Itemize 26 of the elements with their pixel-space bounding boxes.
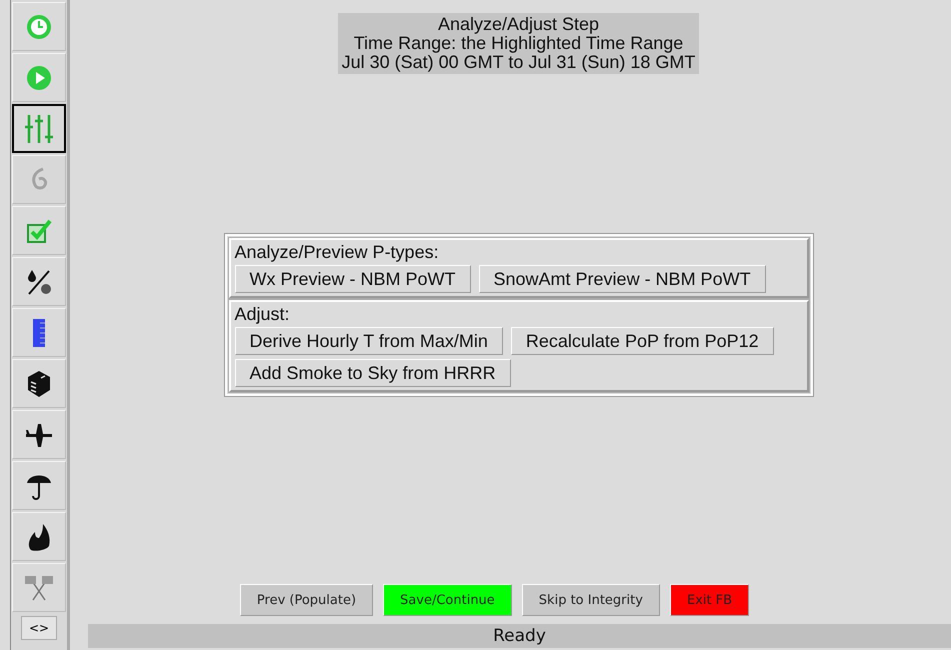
header-line: Analyze/Adjust Step — [438, 15, 600, 34]
tool-button[interactable] — [12, 104, 66, 153]
action-button[interactable]: Recalculate PoP from PoP12 — [510, 327, 774, 355]
clock-icon — [26, 14, 52, 40]
toggle-button[interactable]: <> — [21, 616, 57, 640]
group-title: Analyze/Preview P-types: — [234, 242, 440, 263]
sliders-icon — [24, 112, 54, 144]
play-icon — [26, 64, 52, 90]
action-button[interactable]: Derive Hourly T from Max/Min — [234, 327, 503, 355]
nav-button[interactable]: Prev (Populate) — [240, 584, 374, 616]
ruler-icon — [32, 318, 46, 348]
fire-icon — [27, 522, 51, 552]
action-button[interactable]: Wx Preview - NBM PoWT — [234, 265, 471, 293]
checkbox-icon — [26, 218, 52, 244]
status-bar: Ready — [88, 624, 951, 648]
drop-snow-icon — [25, 268, 53, 296]
checkered-flags-icon — [24, 574, 54, 602]
action-button[interactable]: Add Smoke to Sky from HRRR — [234, 359, 511, 387]
header-line: Jul 30 (Sat) 00 GMT to Jul 31 (Sun) 18 GMT — [342, 53, 696, 72]
action-button[interactable]: SnowAmt Preview - NBM PoWT — [478, 265, 766, 293]
header-line: Time Range: the Highlighted Time Range — [354, 34, 684, 53]
group-title: Adjust: — [234, 304, 291, 325]
nav-button[interactable]: Exit FB — [670, 584, 750, 616]
nav-button[interactable]: Save/Continue — [383, 584, 512, 616]
dice-icon — [26, 370, 52, 398]
nav-button[interactable]: Skip to Integrity — [522, 584, 660, 616]
